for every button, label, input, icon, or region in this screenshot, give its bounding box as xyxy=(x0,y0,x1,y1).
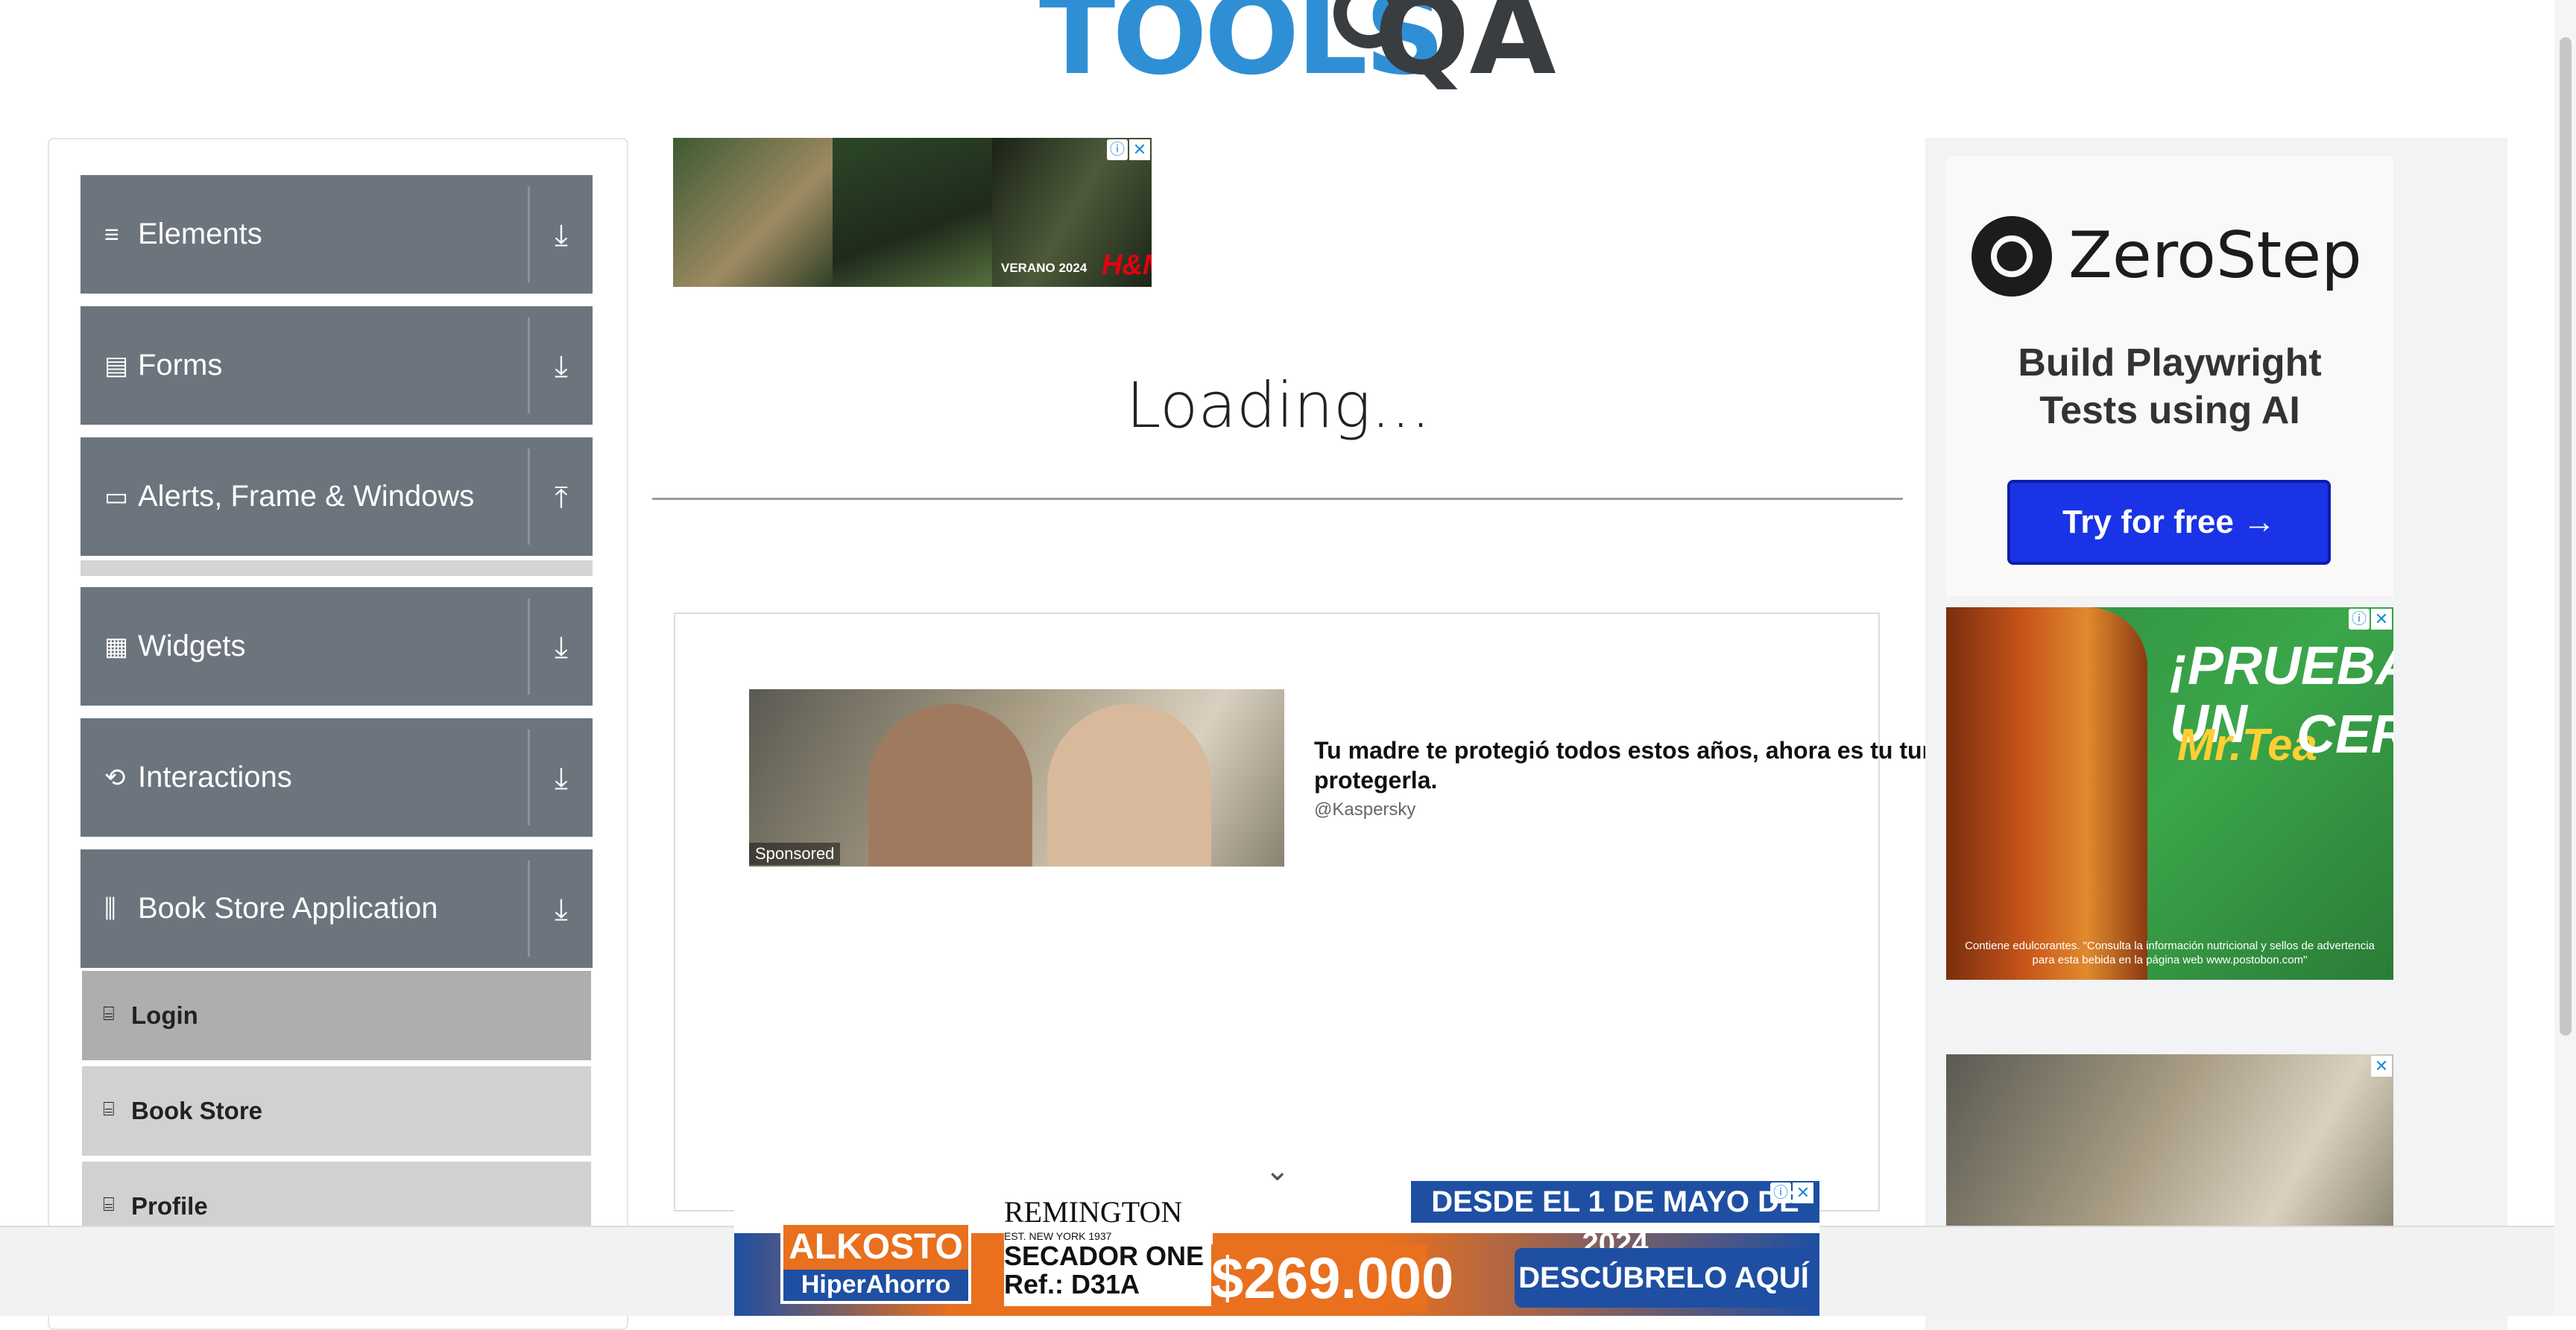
logo-text-qa: QA xyxy=(1374,0,1556,100)
group-label: Elements xyxy=(138,218,262,250)
group-label: Forms xyxy=(138,349,223,381)
sidebar-group-book-store-application[interactable]: ⫼ Book Store Application ⤓ xyxy=(80,849,593,968)
mr-tea-ad[interactable]: ¡PRUEBA UN Mr.Tea CERO Contiene edulcora… xyxy=(1946,607,2393,980)
toolsqa-logo[interactable]: TOOLS QA xyxy=(1039,0,1556,100)
sponsored-ad-image[interactable] xyxy=(749,689,1284,867)
group-label: Alerts, Frame & Windows xyxy=(138,480,475,513)
zerostep-logo-icon xyxy=(1972,216,2052,297)
collapsed-panel-strip xyxy=(80,560,593,576)
store-subname: HiperAhorro xyxy=(801,1270,951,1299)
adchoices-icon[interactable]: ⓘ xyxy=(2349,609,2370,630)
adchoices-icon[interactable]: ⓘ xyxy=(1107,139,1128,160)
zerostep-tagline: Build Playwright Tests using AI xyxy=(1946,339,2393,434)
top-banner-ad[interactable]: VERANO 2024 H&M ⓘ ✕ xyxy=(673,138,1152,287)
try-for-free-button[interactable]: Try for free → xyxy=(2007,480,2331,565)
logo-ring xyxy=(1991,235,2033,277)
interaction-icon: ⟲ xyxy=(104,764,126,792)
zerostep-name: ZeroStep xyxy=(2068,218,2362,293)
tagline-line: Build Playwright xyxy=(2018,341,2322,384)
books-icon: ⫼ xyxy=(104,895,116,923)
divider xyxy=(652,498,1903,500)
close-icon[interactable]: ✕ xyxy=(1793,1182,1813,1203)
separator xyxy=(528,861,530,957)
close-icon[interactable]: ✕ xyxy=(2371,1056,2392,1077)
tagline-line: Tests using AI xyxy=(2039,389,2300,432)
bottle-image xyxy=(1946,607,2147,980)
separator xyxy=(528,449,530,545)
sidebar-group-alerts[interactable]: ▭ Alerts, Frame & Windows ⤒ xyxy=(80,437,593,556)
window-icon: ▭ xyxy=(104,483,129,511)
sidebar-group-interactions[interactable]: ⟲ Interactions ⤓ xyxy=(80,718,593,837)
scrollbar-thumb[interactable] xyxy=(2560,37,2572,1036)
group-label: Interactions xyxy=(138,761,292,794)
ad-photo xyxy=(673,138,833,287)
sidebar-group-forms[interactable]: ▤ Forms ⤓ xyxy=(80,306,593,425)
close-icon[interactable]: ✕ xyxy=(1129,139,1150,160)
product-ref: Ref.: D31A xyxy=(1004,1269,1140,1299)
ad-photo xyxy=(868,704,1032,867)
expand-arrow-icon[interactable]: ⤓ xyxy=(544,761,578,796)
kaspersky-side-ad[interactable]: ✕ xyxy=(1946,1054,2393,1248)
ad-brand: H&M xyxy=(1102,250,1152,281)
sponsored-source: @Kaspersky xyxy=(1314,799,1416,820)
document-icon: ⌸ xyxy=(103,1002,115,1025)
loading-text: Loading... xyxy=(1126,369,1431,442)
widgets-icon: ▦ xyxy=(104,633,129,661)
close-icon[interactable]: ✕ xyxy=(2371,609,2392,630)
sidebar-group-widgets[interactable]: ▦ Widgets ⤓ xyxy=(80,587,593,706)
expand-arrow-icon[interactable]: ⤓ xyxy=(544,218,578,253)
group-label: Widgets xyxy=(138,630,246,662)
list-icon: ≡ xyxy=(104,221,119,249)
ad-tagline: VERANO 2024 xyxy=(1001,261,1087,275)
adchoices-icon[interactable]: ⓘ xyxy=(1770,1182,1791,1203)
price-tag: $269.000 xyxy=(1211,1244,1454,1311)
tea-fine-print: Contiene edulcorantes. "Consulta la info… xyxy=(1965,940,2375,966)
document-icon: ▤ xyxy=(104,352,129,380)
product-name: SECADOR ONE xyxy=(1004,1241,1205,1271)
document-icon: ⌸ xyxy=(103,1193,115,1215)
sidebar-item-label: Book Store xyxy=(131,1097,263,1124)
separator xyxy=(528,186,530,282)
alkosto-bottom-ad[interactable]: DESDE EL 1 DE MAYO DE 2024 ALKOSTO Hiper… xyxy=(734,1181,1819,1316)
group-label: Book Store Application xyxy=(138,892,438,925)
expand-arrow-icon[interactable]: ⤓ xyxy=(544,893,578,927)
brand-name: REMINGTON xyxy=(1004,1195,1183,1229)
collapse-arrow-icon[interactable]: ⤒ xyxy=(544,481,578,515)
separator xyxy=(528,317,530,414)
sidebar-item-book-store[interactable]: ⌸ Book Store xyxy=(82,1064,591,1156)
sidebar-item-label: Login xyxy=(131,1001,198,1029)
ad-photo xyxy=(1047,704,1211,867)
separator xyxy=(528,598,530,694)
sponsored-headline[interactable]: Tu madre te protegió todos estos años, a… xyxy=(1314,735,1925,765)
ad-photo xyxy=(833,138,992,287)
expand-arrow-icon[interactable]: ⤓ xyxy=(544,349,578,384)
date-banner: DESDE EL 1 DE MAYO DE 2024 xyxy=(1411,1181,1819,1260)
sidebar-item-login[interactable]: ⌸ Login xyxy=(82,969,591,1060)
tea-headline-2: CERO xyxy=(2296,705,2393,764)
sponsored-label: Sponsored xyxy=(749,843,841,865)
separator xyxy=(528,729,530,826)
store-name: ALKOSTO xyxy=(783,1225,968,1270)
alkosto-logo: ALKOSTO HiperAhorro xyxy=(780,1222,971,1304)
sidebar-group-elements[interactable]: ≡ Elements ⤓ xyxy=(80,175,593,294)
product-info: REMINGTON EST. NEW YORK 1937 SECADOR ONE… xyxy=(1004,1194,1213,1306)
sponsored-headline-line2[interactable]: protegerla. xyxy=(1314,765,1437,795)
document-icon: ⌸ xyxy=(103,1098,115,1120)
expand-arrow-icon[interactable]: ⤓ xyxy=(544,630,578,665)
discover-button[interactable]: DESCÚBRELO AQUÍ xyxy=(1515,1248,1813,1308)
